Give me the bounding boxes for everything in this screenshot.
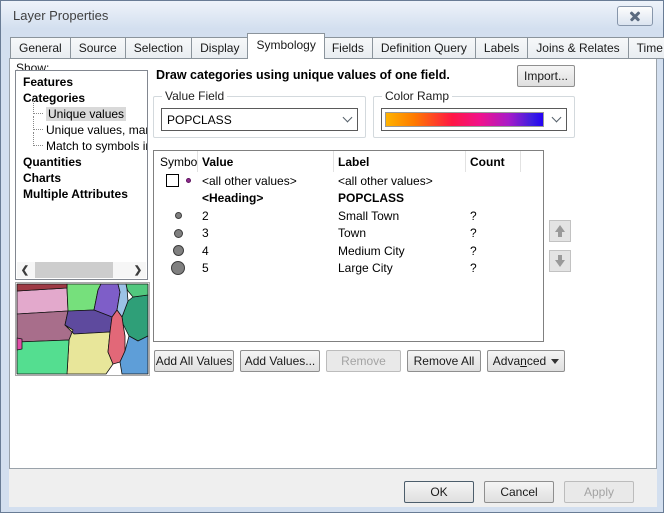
scroll-track[interactable] xyxy=(33,262,130,278)
value-field-selected: POPCLASS xyxy=(162,113,337,127)
arrow-up-icon xyxy=(555,225,565,232)
table-row[interactable]: <Heading> POPCLASS xyxy=(154,190,543,208)
value-field-dropdown[interactable]: POPCLASS xyxy=(161,108,358,131)
col-header-count: Count xyxy=(466,151,521,172)
all-other-values-checkbox[interactable] xyxy=(166,174,179,187)
show-item-match-symbols[interactable]: Match to symbols in a xyxy=(16,138,147,154)
cell-label: Small Town xyxy=(334,209,466,223)
layer-properties-dialog: Layer Properties General Source Selectio… xyxy=(0,0,664,513)
cell-count: ? xyxy=(466,226,521,240)
tab-time[interactable]: Time xyxy=(629,37,664,59)
tree-horizontal-scrollbar[interactable]: ❮ ❯ xyxy=(17,262,146,278)
import-button[interactable]: Import... xyxy=(517,65,575,87)
dialog-footer: OK Cancel Apply xyxy=(9,469,657,507)
chevron-down-icon[interactable] xyxy=(546,118,566,121)
col-header-symbol: Symbol xyxy=(154,151,198,172)
tab-labels[interactable]: Labels xyxy=(476,37,528,59)
table-header-row: Symbol Value Label Count xyxy=(154,151,543,172)
chevron-down-icon[interactable] xyxy=(337,118,357,121)
tab-definition-query[interactable]: Definition Query xyxy=(373,37,476,59)
show-tree: Features Categories Unique values Unique… xyxy=(15,70,148,280)
point-symbol[interactable] xyxy=(175,212,182,219)
cell-value: 4 xyxy=(198,244,334,258)
tab-selection[interactable]: Selection xyxy=(126,37,192,59)
add-all-values-button[interactable]: Add All Values xyxy=(154,350,234,372)
cell-label: <all other values> xyxy=(334,174,466,188)
tab-symbology[interactable]: Symbology xyxy=(247,33,324,59)
close-button[interactable] xyxy=(617,6,653,26)
apply-button: Apply xyxy=(564,481,634,503)
show-item-charts[interactable]: Charts xyxy=(16,170,147,186)
color-ramp-group-label: Color Ramp xyxy=(382,89,452,103)
color-ramp-swatch xyxy=(385,112,544,127)
tab-joins-relates[interactable]: Joins & Relates xyxy=(528,37,628,59)
col-header-label: Label xyxy=(334,151,466,172)
tab-display[interactable]: Display xyxy=(192,37,248,59)
remove-all-button[interactable]: Remove All xyxy=(407,350,481,372)
cell-value: <Heading> xyxy=(198,191,334,205)
all-other-values-symbol[interactable] xyxy=(186,178,191,183)
move-up-button[interactable] xyxy=(549,220,571,242)
show-item-quantities[interactable]: Quantities xyxy=(16,154,147,170)
states-map-image xyxy=(16,283,149,375)
map-preview-thumbnail xyxy=(15,282,150,376)
cell-count: ? xyxy=(466,261,521,275)
col-header-value: Value xyxy=(198,151,334,172)
value-field-group: Value Field POPCLASS xyxy=(153,96,366,138)
tab-strip: General Source Selection Display Symbolo… xyxy=(10,34,664,59)
cancel-button[interactable]: Cancel xyxy=(484,481,554,503)
scroll-left-icon[interactable]: ❮ xyxy=(17,262,33,278)
window-title: Layer Properties xyxy=(13,8,108,23)
color-ramp-dropdown[interactable] xyxy=(381,108,567,131)
tab-fields[interactable]: Fields xyxy=(324,37,373,59)
table-row[interactable]: <all other values> <all other values> xyxy=(154,172,543,190)
value-action-buttons: Add All Values Add Values... Remove Remo… xyxy=(154,350,565,372)
point-symbol[interactable] xyxy=(174,229,183,238)
advanced-button[interactable]: Advanced xyxy=(487,350,565,372)
point-symbol[interactable] xyxy=(173,245,184,256)
table-row[interactable]: 4 Medium City ? xyxy=(154,242,543,260)
cell-value: 2 xyxy=(198,209,334,223)
color-ramp-group: Color Ramp xyxy=(373,96,575,138)
method-description: Draw categories using unique values of o… xyxy=(156,68,450,82)
add-values-button[interactable]: Add Values... xyxy=(240,350,320,372)
cell-count: ? xyxy=(466,209,521,223)
cell-label: Town xyxy=(334,226,466,240)
point-symbol[interactable] xyxy=(171,261,185,275)
show-item-multiple-attributes[interactable]: Multiple Attributes xyxy=(16,186,147,202)
tab-source[interactable]: Source xyxy=(71,37,126,59)
dropdown-arrow-icon xyxy=(551,359,559,364)
value-field-group-label: Value Field xyxy=(162,89,227,103)
symbology-tab-page: Show: Features Categories Unique values … xyxy=(9,58,657,469)
move-down-button[interactable] xyxy=(549,250,571,272)
cell-value: 3 xyxy=(198,226,334,240)
remove-button: Remove xyxy=(326,350,401,372)
table-row[interactable]: 3 Town ? xyxy=(154,225,543,243)
ok-button[interactable]: OK xyxy=(404,481,474,503)
cell-value: <all other values> xyxy=(198,174,334,188)
unique-values-table: Symbol Value Label Count <all other valu… xyxy=(153,150,544,342)
table-row[interactable]: 5 Large City ? xyxy=(154,260,543,278)
cell-value: 5 xyxy=(198,261,334,275)
scroll-thumb[interactable] xyxy=(35,262,113,278)
table-row[interactable]: 2 Small Town ? xyxy=(154,207,543,225)
show-item-features[interactable]: Features xyxy=(16,74,147,90)
arrow-down-icon xyxy=(555,260,565,267)
cell-label: POPCLASS xyxy=(334,191,466,205)
cell-count: ? xyxy=(466,244,521,258)
tab-general[interactable]: General xyxy=(10,37,71,59)
titlebar[interactable]: Layer Properties xyxy=(1,1,663,31)
scroll-right-icon[interactable]: ❯ xyxy=(130,262,146,278)
cell-label: Large City xyxy=(334,261,466,275)
cell-label: Medium City xyxy=(334,244,466,258)
